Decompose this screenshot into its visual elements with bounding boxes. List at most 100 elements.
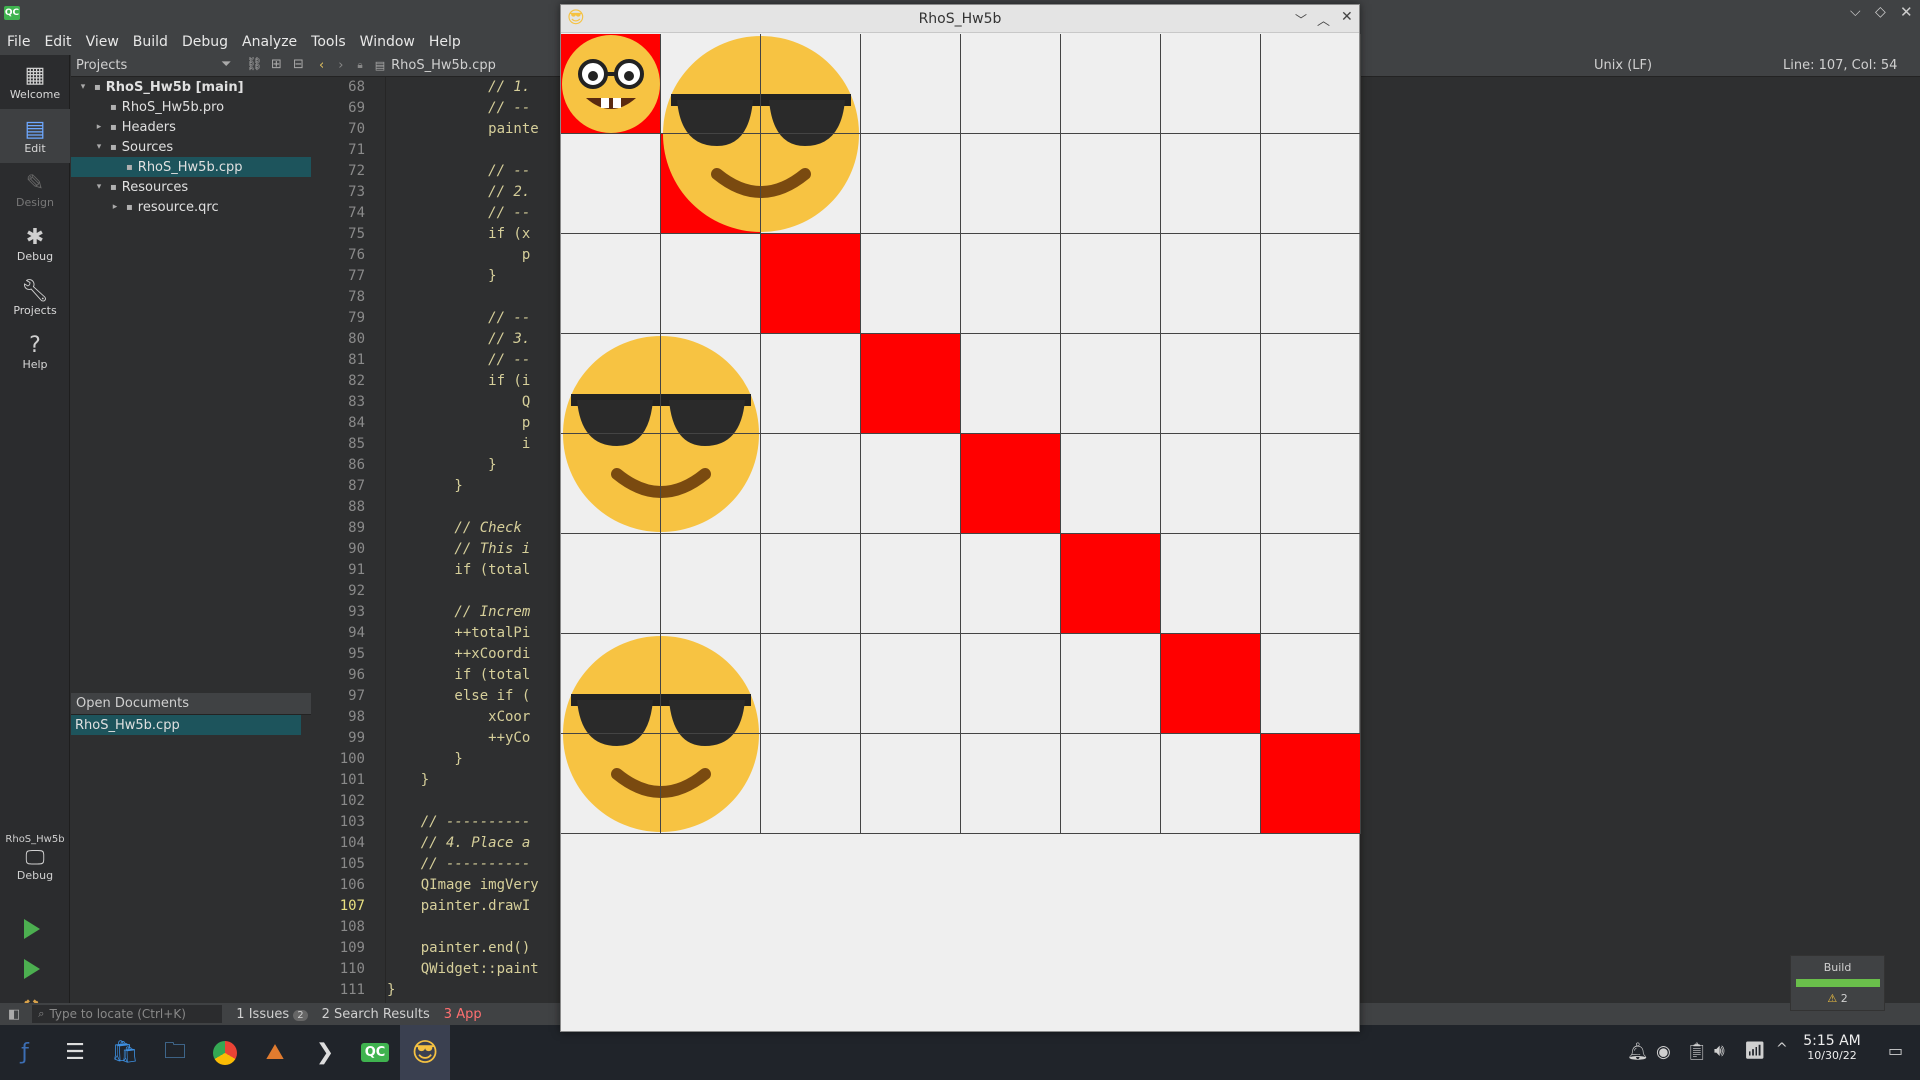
open-documents-title[interactable]: Open Documents [76, 696, 189, 711]
menu-window[interactable]: Window [353, 34, 422, 50]
back-icon[interactable]: ‹ [319, 58, 324, 73]
minimize-icon[interactable]: ⌵ [1850, 4, 1861, 20]
app-taskbar-icon[interactable]: 😎︎ [400, 1025, 450, 1080]
grid-line-cell [961, 234, 1061, 334]
open-document-item[interactable]: RhoS_Hw5b.cpp [71, 715, 301, 735]
volume-icon[interactable]: 🔊︎ [1714, 1041, 1725, 1061]
split-icon[interactable]: ⊞ [271, 57, 282, 72]
line-number: 93 [348, 604, 365, 620]
tab-search-results[interactable]: 2 Search Results [322, 1007, 430, 1022]
menu-view[interactable]: View [79, 34, 126, 50]
grid-line-cell [1161, 334, 1261, 434]
line-number: 69 [348, 100, 365, 116]
clock[interactable]: 5:15 AM 10/30/22 [1800, 1033, 1864, 1062]
menu-help[interactable]: Help [422, 34, 468, 50]
file-manager-icon[interactable]: 🗀 [150, 1025, 200, 1080]
forward-icon[interactable]: › [338, 58, 343, 73]
build-warnings: ⚠ 2 [1827, 992, 1848, 1005]
mode-welcome[interactable]: ▦ Welcome [0, 55, 70, 109]
expand-arrow-icon[interactable]: ▸ [109, 202, 121, 212]
menu-file[interactable]: File [0, 34, 37, 50]
grid-line-cell [761, 434, 861, 534]
tree-item-icon: ▪ [126, 201, 133, 213]
kit-selector[interactable]: RhoS_Hw5b 🖵︎ Debug [0, 823, 70, 893]
line-number: 98 [348, 709, 365, 725]
projects-view-select[interactable]: Projects [76, 58, 127, 73]
grid-line-cell [1061, 234, 1161, 334]
mode-edit[interactable]: ▤ Edit [0, 109, 70, 163]
grid-line-cell [661, 534, 761, 634]
link-icon[interactable]: ⛓ [246, 57, 263, 72]
build-progress[interactable]: Build ⚠ 2 [1790, 955, 1885, 1011]
software-store-icon[interactable]: 🛍︎ [100, 1025, 150, 1080]
kit-mode-label: Debug [16, 869, 54, 882]
grid-line-cell [561, 634, 661, 734]
clipboard-icon[interactable]: 📋︎ [1686, 1042, 1708, 1062]
sidebar-toggle-icon[interactable]: ◧ [8, 1007, 20, 1022]
menu-edit[interactable]: Edit [37, 34, 78, 50]
expand-arrow-icon[interactable]: ▾ [77, 82, 89, 92]
project-tree-item[interactable]: ▸ ▪ Headers [71, 117, 311, 137]
filter-icon[interactable]: ⏷ [221, 57, 231, 72]
fedora-menu-icon[interactable]: ƒ [0, 1025, 50, 1080]
qtcreator-taskbar-icon[interactable]: QC [350, 1025, 400, 1080]
grid-line-cell [661, 634, 761, 734]
tree-item-label: RhoS_Hw5b [main] [105, 79, 244, 95]
restore-icon[interactable]: ◇ [1875, 4, 1886, 20]
app-minimize-icon[interactable]: ﹀ [1295, 11, 1307, 28]
terminal-icon[interactable]: ❯ [300, 1025, 350, 1080]
file-icon: ▤ [374, 59, 386, 72]
project-tree-item[interactable]: ▾ ▪ Resources [71, 177, 311, 197]
project-tree-item[interactable]: ▪ RhoS_Hw5b.pro [71, 97, 311, 117]
line-number: 97 [348, 688, 365, 704]
tree-item-icon: ▪ [94, 81, 101, 93]
monitor-icon: 🖵︎ [25, 845, 45, 869]
debug-run-button[interactable] [24, 959, 40, 979]
close-panel-icon[interactable]: ⊟ [293, 57, 304, 72]
grid-line-cell [761, 634, 861, 734]
task-manager-icon[interactable]: ☰ [50, 1025, 100, 1080]
grid-line-cell [1061, 734, 1161, 834]
line-number-gutter: 68 69 70 71 72 73 74 75 76 77 78 79 80 81 82 83 84 85 86 87… [311, 77, 386, 1003]
line-number: 89 [348, 520, 365, 536]
app-maximize-icon[interactable]: ︿ [1317, 10, 1330, 29]
grid-line-cell [761, 34, 861, 134]
mode-help[interactable]: ? Help [0, 325, 70, 379]
close-icon[interactable]: ✕ [1900, 3, 1913, 21]
matlab-icon[interactable]: ⛰ [250, 1025, 300, 1080]
mode-projects[interactable]: 🔧︎ Projects [0, 271, 70, 325]
notifications-icon[interactable]: 🔔︎ [1627, 1042, 1649, 1062]
app-close-icon[interactable]: ✕ [1341, 9, 1353, 25]
wifi-icon[interactable]: 📶︎ [1744, 1041, 1766, 1061]
expand-arrow-icon[interactable]: ▾ [93, 182, 105, 192]
locator-field[interactable]: ⌕ Type to locate (Ctrl+K) [32, 1005, 223, 1023]
grid-line-cell [661, 234, 761, 334]
cursor-position[interactable]: Line: 107, Col: 54 [1783, 58, 1897, 73]
open-documents-list: RhoS_Hw5b.cpp [71, 715, 301, 1003]
grid-line-cell [761, 734, 861, 834]
show-desktop-icon[interactable]: ▭ [1888, 1041, 1903, 1060]
editor-file-selector[interactable]: RhoS_Hw5b.cpp [391, 58, 496, 73]
updates-icon[interactable]: ◉ [1656, 1042, 1671, 1062]
expand-arrow-icon[interactable]: ▾ [93, 142, 105, 152]
tab-application-output[interactable]: 3 App [444, 1007, 482, 1022]
tray-expand-icon[interactable]: ^ [1776, 1041, 1788, 1057]
clock-date: 10/30/22 [1807, 1049, 1857, 1062]
run-button[interactable] [24, 919, 40, 939]
mode-debug[interactable]: ✱ Debug [0, 217, 70, 271]
menu-build[interactable]: Build [126, 34, 175, 50]
line-number: 72 [348, 163, 365, 179]
project-tree-item[interactable]: ▾ ▪ RhoS_Hw5b [main] [71, 77, 311, 97]
mode-design[interactable]: ✎ Design [0, 163, 70, 217]
menu-analyze[interactable]: Analyze [235, 34, 304, 50]
line-number: 76 [348, 247, 365, 263]
project-tree-item[interactable]: ▾ ▪ Sources [71, 137, 311, 157]
encoding-selector[interactable]: Unix (LF) [1594, 58, 1652, 73]
project-tree-item[interactable]: ▪ RhoS_Hw5b.cpp [71, 157, 311, 177]
project-tree-item[interactable]: ▸ ▪ resource.qrc [71, 197, 311, 217]
menu-debug[interactable]: Debug [175, 34, 235, 50]
tab-issues[interactable]: 1 Issues 2 [236, 1007, 308, 1022]
menu-tools[interactable]: Tools [304, 34, 353, 50]
chrome-icon[interactable] [200, 1025, 250, 1080]
expand-arrow-icon[interactable]: ▸ [93, 122, 105, 132]
